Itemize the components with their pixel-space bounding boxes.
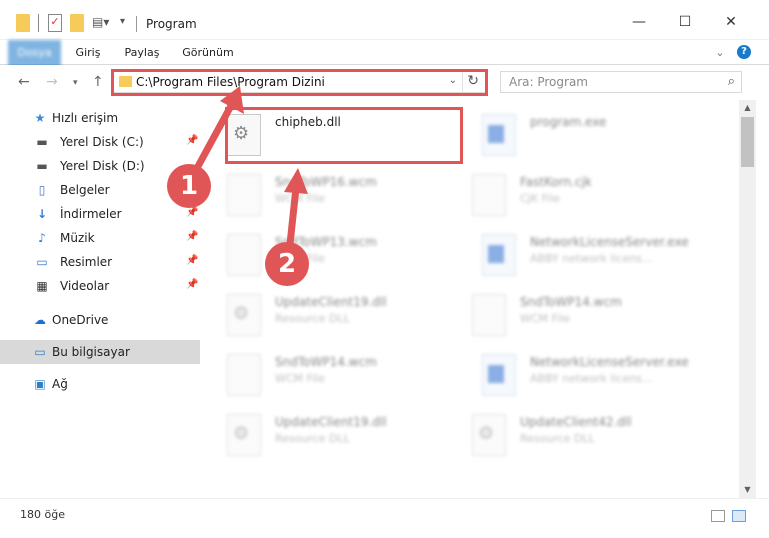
arrow-2-line bbox=[286, 184, 300, 248]
arrow-2-head bbox=[284, 168, 308, 194]
step-1-badge: 1 bbox=[167, 164, 211, 208]
step-2-badge: 2 bbox=[265, 242, 309, 286]
arrow-1-line bbox=[192, 100, 236, 174]
annotation-arrows bbox=[192, 86, 308, 248]
